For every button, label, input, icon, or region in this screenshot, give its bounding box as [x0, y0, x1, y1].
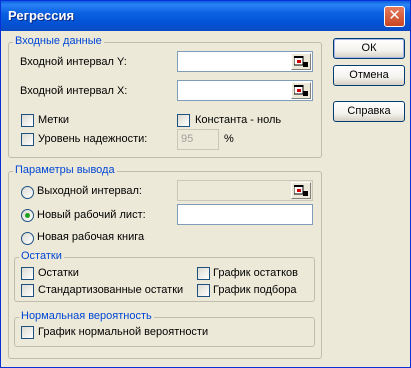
y-range-label: Входной интервал Y: [20, 56, 127, 68]
y-range-input[interactable] [177, 51, 313, 72]
constant-zero-label[interactable]: Константа - ноль [195, 114, 281, 126]
output-range-collapse-button[interactable] [291, 182, 311, 199]
confidence-unit: % [224, 133, 234, 145]
title-bar[interactable]: Регрессия ✕ [1, 1, 410, 31]
confidence-level-value: 95 [181, 133, 194, 145]
x-range-input[interactable] [177, 80, 313, 101]
standardized-residuals-checkbox[interactable] [21, 284, 34, 297]
labels-checkbox[interactable] [21, 114, 34, 127]
output-options-legend: Параметры вывода [13, 164, 117, 176]
output-range-radio[interactable] [21, 186, 34, 199]
ok-button[interactable]: ОК [333, 38, 405, 59]
y-range-collapse-button[interactable] [291, 53, 311, 70]
normal-probability-plot-label[interactable]: График нормальной вероятности [38, 326, 208, 338]
confidence-level-input[interactable]: 95 [177, 129, 219, 150]
collapse-dialog-icon [294, 185, 308, 196]
cancel-button[interactable]: Отмена [333, 65, 405, 86]
constant-zero-checkbox[interactable] [177, 114, 190, 127]
residuals-checkbox[interactable] [21, 267, 34, 280]
new-worksheet-input[interactable] [177, 204, 313, 225]
input-data-legend: Входные данные [13, 35, 104, 47]
close-icon: ✕ [388, 7, 401, 24]
output-range-input[interactable] [177, 180, 313, 201]
x-range-label: Входной интервал X: [20, 85, 128, 97]
line-fit-plots-label[interactable]: График подбора [213, 284, 297, 296]
output-range-label[interactable]: Выходной интервал: [37, 185, 142, 197]
collapse-dialog-icon [294, 85, 308, 96]
help-button[interactable]: Справка [333, 101, 405, 122]
confidence-level-label[interactable]: Уровень надежности: [38, 133, 147, 145]
new-worksheet-label[interactable]: Новый рабочий лист: [37, 209, 146, 221]
residuals-legend: Остатки [19, 250, 64, 262]
confidence-level-checkbox[interactable] [21, 133, 34, 146]
window-title: Регрессия [8, 8, 75, 23]
labels-checkbox-label[interactable]: Метки [38, 114, 69, 126]
new-worksheet-radio[interactable] [21, 209, 34, 222]
close-button[interactable]: ✕ [384, 6, 405, 27]
new-workbook-label[interactable]: Новая рабочая книга [37, 231, 144, 243]
line-fit-plots-checkbox[interactable] [197, 284, 210, 297]
x-range-collapse-button[interactable] [291, 82, 311, 99]
normal-probability-legend: Нормальная вероятность [19, 310, 154, 322]
residual-plots-label[interactable]: График остатков [213, 267, 298, 279]
standardized-residuals-label[interactable]: Стандартизованные остатки [38, 284, 183, 296]
residual-plots-checkbox[interactable] [197, 267, 210, 280]
collapse-dialog-icon [294, 56, 308, 67]
regression-dialog: Регрессия ✕ Входные данные Входной интер… [0, 0, 411, 368]
residuals-label[interactable]: Остатки [38, 267, 79, 279]
normal-probability-plot-checkbox[interactable] [21, 326, 34, 339]
new-workbook-radio[interactable] [21, 232, 34, 245]
